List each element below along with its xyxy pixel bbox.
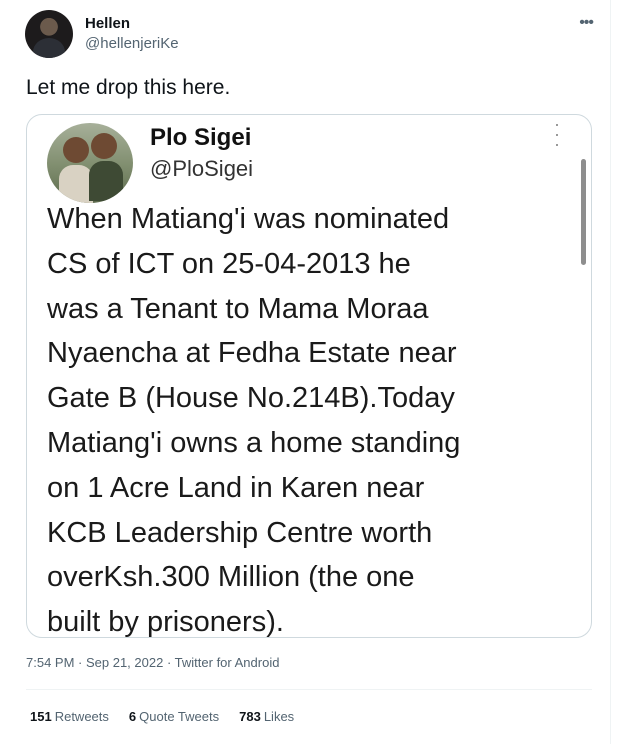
retweets-stat[interactable]: 151 Retweets — [30, 708, 109, 726]
quoted-text-line: When Matiang'i was nominated — [47, 203, 450, 235]
tweet-text: Let me drop this here. — [26, 76, 231, 99]
tweet-date[interactable]: Sep 21, 2022 — [86, 655, 163, 670]
meta-separator: · — [74, 655, 86, 670]
more-horizontal-icon[interactable]: ••• — [579, 14, 594, 32]
quote-tweets-label: Quote Tweets — [139, 709, 220, 724]
retweets-count: 151 — [30, 709, 52, 724]
quoted-avatar — [47, 123, 133, 203]
quoted-text: When Matiang'i was nominated CS of ICT o… — [47, 197, 567, 638]
likes-label: Likes — [263, 709, 295, 724]
tweet-meta: 7:54 PM · Sep 21, 2022 · Twitter for And… — [26, 654, 279, 672]
quoted-text-line: Matiang'i owns a home standing — [47, 426, 461, 459]
quoted-text-line: CS of ICT on 25-04-2013 he — [47, 247, 411, 280]
author-handle[interactable]: @hellenjeriKe — [85, 34, 179, 54]
meta-separator: · — [163, 655, 175, 670]
author-names: Hellen @hellenjeriKe — [85, 14, 179, 54]
quote-tweets-stat[interactable]: 6 Quote Tweets — [129, 708, 219, 726]
more-vertical-icon: · · · — [554, 114, 560, 154]
avatar[interactable] — [25, 10, 73, 58]
tweet-source[interactable]: Twitter for Android — [175, 655, 280, 670]
likes-count: 783 — [239, 709, 261, 724]
quote-tweets-count: 6 — [128, 709, 137, 724]
quoted-text-line: on 1 Acre Land in Karen near — [47, 471, 425, 504]
quoted-text-line: was a Tenant to Mama Moraa — [47, 292, 429, 325]
quoted-text-line: Nyaencha at Fedha Estate near — [47, 337, 457, 370]
quoted-handle: @PloSigei — [150, 156, 254, 181]
retweets-label: Retweets — [54, 709, 109, 724]
quoted-text-line: Gate B (House No.214B).Today — [47, 382, 455, 415]
divider — [26, 689, 592, 690]
quoted-text-line: KCB Leadership Centre worth — [47, 516, 433, 549]
author-display-name[interactable]: Hellen — [85, 14, 179, 34]
engagement-stats: 151 Retweets 6 Quote Tweets 783 Likes — [30, 708, 294, 726]
scrollbar-thumb — [581, 159, 586, 265]
tweet-author[interactable]: Hellen @hellenjeriKe — [25, 10, 179, 58]
quoted-tweet-card[interactable]: Plo Sigei @PloSigei · · · When Matiang'i w… — [26, 114, 592, 638]
quoted-text-line: overKsh.300 Million (the one — [47, 561, 415, 594]
quoted-display-name: Plo Sigei — [150, 124, 252, 151]
likes-stat[interactable]: 783 Likes — [239, 708, 294, 726]
quoted-text-line: built by prisoners). — [47, 606, 284, 638]
tweet-time[interactable]: 7:54 PM — [26, 655, 74, 670]
tweet-detail: Hellen @hellenjeriKe ••• Let me drop thi… — [0, 0, 611, 744]
